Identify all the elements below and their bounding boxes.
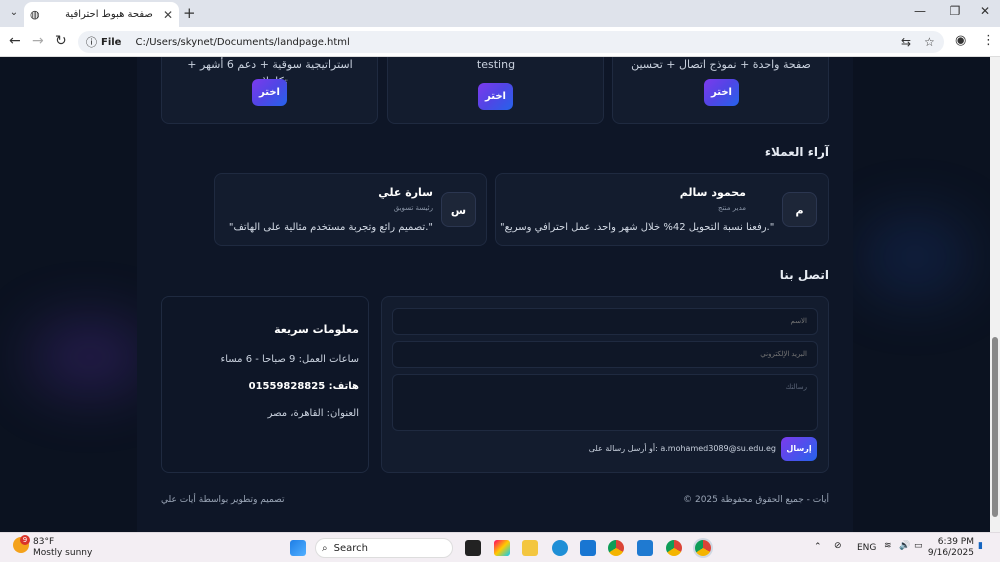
notification-icon[interactable]: ▮ bbox=[978, 541, 983, 551]
alternative-email: أو أرسل رسالة على: a.mohamed3089@su.edu.… bbox=[588, 444, 776, 453]
vscode-icon[interactable] bbox=[637, 540, 653, 556]
globe-icon: ◍ bbox=[30, 8, 40, 21]
clock-date[interactable]: 9/16/2025 bbox=[926, 548, 974, 558]
close-window-icon[interactable]: ✕ bbox=[970, 4, 1000, 18]
background-glow bbox=[30, 322, 150, 392]
web-page: صفحة واحدة + نموذج اتصال + تحسين سريع اخ… bbox=[0, 57, 990, 532]
choose-plan-button[interactable]: اختر bbox=[704, 79, 739, 106]
testimonial-name: محمود سالم bbox=[679, 186, 746, 199]
quick-info-card bbox=[161, 296, 369, 473]
new-tab-icon[interactable]: + bbox=[183, 4, 196, 22]
testimonial-name: سارة علي bbox=[378, 186, 433, 199]
testimonial-card: م محمود سالم مدير منتج "رفعنا نسبة التحو… bbox=[495, 173, 829, 246]
url-scheme-label: File bbox=[101, 36, 122, 48]
windows-taskbar: 9 83°F Mostly sunny ⌕ Search ⌃ ⊘ ENG ≋ 🔊… bbox=[0, 532, 1000, 562]
minimize-icon[interactable]: — bbox=[905, 4, 935, 18]
plan-description: تصميم مخصص + عدة صفحات + A/B testing bbox=[476, 58, 516, 71]
edge-icon[interactable] bbox=[552, 540, 568, 556]
taskbar-search[interactable]: ⌕ Search bbox=[315, 538, 453, 558]
tab-strip: ⌄ ◍ صفحة هبوط احترافية ✕ + — ❐ ✕ bbox=[0, 0, 1000, 27]
translate-icon[interactable]: ⇆ bbox=[901, 35, 911, 49]
plan-card: استراتيجية سوقية + دعم 6 أشهر + تكاملات … bbox=[161, 57, 378, 124]
back-icon[interactable]: ← bbox=[9, 33, 21, 49]
testimonials-heading: آراء العملاء bbox=[764, 145, 829, 159]
url-text[interactable]: C:/Users/skynet/Documents/landpage.html bbox=[135, 37, 349, 48]
search-label: Search bbox=[333, 542, 368, 554]
choose-plan-button[interactable]: اختر bbox=[478, 83, 513, 110]
choose-plan-button[interactable]: اختر bbox=[252, 79, 287, 106]
testimonial-role: مدير منتج bbox=[718, 204, 746, 212]
testimonial-card: س سارة علي رئيسة تسويق "تصميم رائع وتجرب… bbox=[214, 173, 487, 246]
close-tab-icon[interactable]: ✕ bbox=[163, 8, 173, 22]
email-field[interactable] bbox=[392, 341, 818, 368]
volume-icon[interactable]: 🔊 bbox=[899, 541, 910, 551]
footer-credit: تصميم وتطوير بواسطة أيات علي bbox=[161, 495, 285, 505]
testimonial-quote: "رفعنا نسبة التحويل 42% خلال شهر واحد. ع… bbox=[500, 222, 775, 233]
windows-start-icon[interactable] bbox=[290, 540, 306, 556]
profile-icon[interactable]: ◉ bbox=[955, 33, 966, 48]
clock-time[interactable]: 6:39 PM bbox=[934, 537, 974, 547]
reload-icon[interactable]: ↻ bbox=[55, 33, 67, 49]
browser-tab[interactable]: ◍ صفحة هبوط احترافية ✕ bbox=[24, 2, 179, 27]
address-bar[interactable]: ⓘ File C:/Users/skynet/Documents/landpag… bbox=[78, 31, 944, 53]
message-field[interactable]: رسالتك bbox=[392, 374, 818, 431]
bookmark-star-icon[interactable]: ☆ bbox=[924, 35, 935, 49]
meet-now-icon[interactable]: ⊘ bbox=[834, 541, 842, 551]
background-glow bbox=[860, 217, 970, 297]
content-container: صفحة واحدة + نموذج اتصال + تحسين سريع اخ… bbox=[137, 57, 853, 532]
show-hidden-icons-icon[interactable]: ⌃ bbox=[814, 542, 822, 552]
page-scrollbar[interactable] bbox=[990, 57, 1000, 532]
avatar: م bbox=[782, 192, 817, 227]
testimonial-role: رئيسة تسويق bbox=[393, 204, 433, 212]
copilot-icon[interactable] bbox=[494, 540, 510, 556]
browser-toolbar: ← → ↻ ⓘ File C:/Users/skynet/Documents/l… bbox=[0, 27, 1000, 57]
send-button[interactable]: إرسال bbox=[781, 437, 817, 461]
scrollbar-thumb[interactable] bbox=[992, 337, 998, 517]
forward-icon[interactable]: → bbox=[32, 33, 44, 49]
testimonial-quote: "تصميم رائع وتجربة مستخدم مثالية على اله… bbox=[228, 222, 433, 233]
plan-card: صفحة واحدة + نموذج اتصال + تحسين سريع اخ… bbox=[612, 57, 829, 124]
restore-icon[interactable]: ❐ bbox=[940, 4, 970, 18]
tab-title: صفحة هبوط احترافية bbox=[65, 9, 153, 20]
battery-icon[interactable]: ▭ bbox=[914, 541, 923, 551]
language-indicator[interactable]: ENG bbox=[857, 543, 876, 553]
menu-icon[interactable]: ⋮ bbox=[982, 33, 995, 48]
task-view-icon[interactable] bbox=[465, 540, 481, 556]
file-explorer-icon[interactable] bbox=[522, 540, 538, 556]
site-info-icon[interactable]: ⓘ bbox=[86, 34, 97, 50]
chrome-icon[interactable] bbox=[608, 540, 624, 556]
search-icon: ⌕ bbox=[322, 542, 328, 554]
weather-text: Mostly sunny bbox=[33, 548, 93, 558]
contact-heading: اتصل بنا bbox=[779, 268, 829, 282]
temperature: 83°F bbox=[33, 537, 55, 547]
store-icon[interactable] bbox=[580, 540, 596, 556]
tab-search-chevron-icon[interactable]: ⌄ bbox=[6, 5, 22, 21]
chrome-active-icon[interactable] bbox=[695, 540, 711, 556]
footer-copyright: © 2025 أيات - جميع الحقوق محفوظة bbox=[683, 495, 829, 505]
name-field[interactable] bbox=[392, 308, 818, 335]
chrome-profile-icon[interactable] bbox=[666, 540, 682, 556]
wifi-icon[interactable]: ≋ bbox=[884, 541, 892, 551]
plan-card: تصميم مخصص + عدة صفحات + A/B testing اخت… bbox=[387, 57, 604, 124]
weather-badge: 9 bbox=[20, 535, 30, 545]
avatar: س bbox=[441, 192, 476, 227]
